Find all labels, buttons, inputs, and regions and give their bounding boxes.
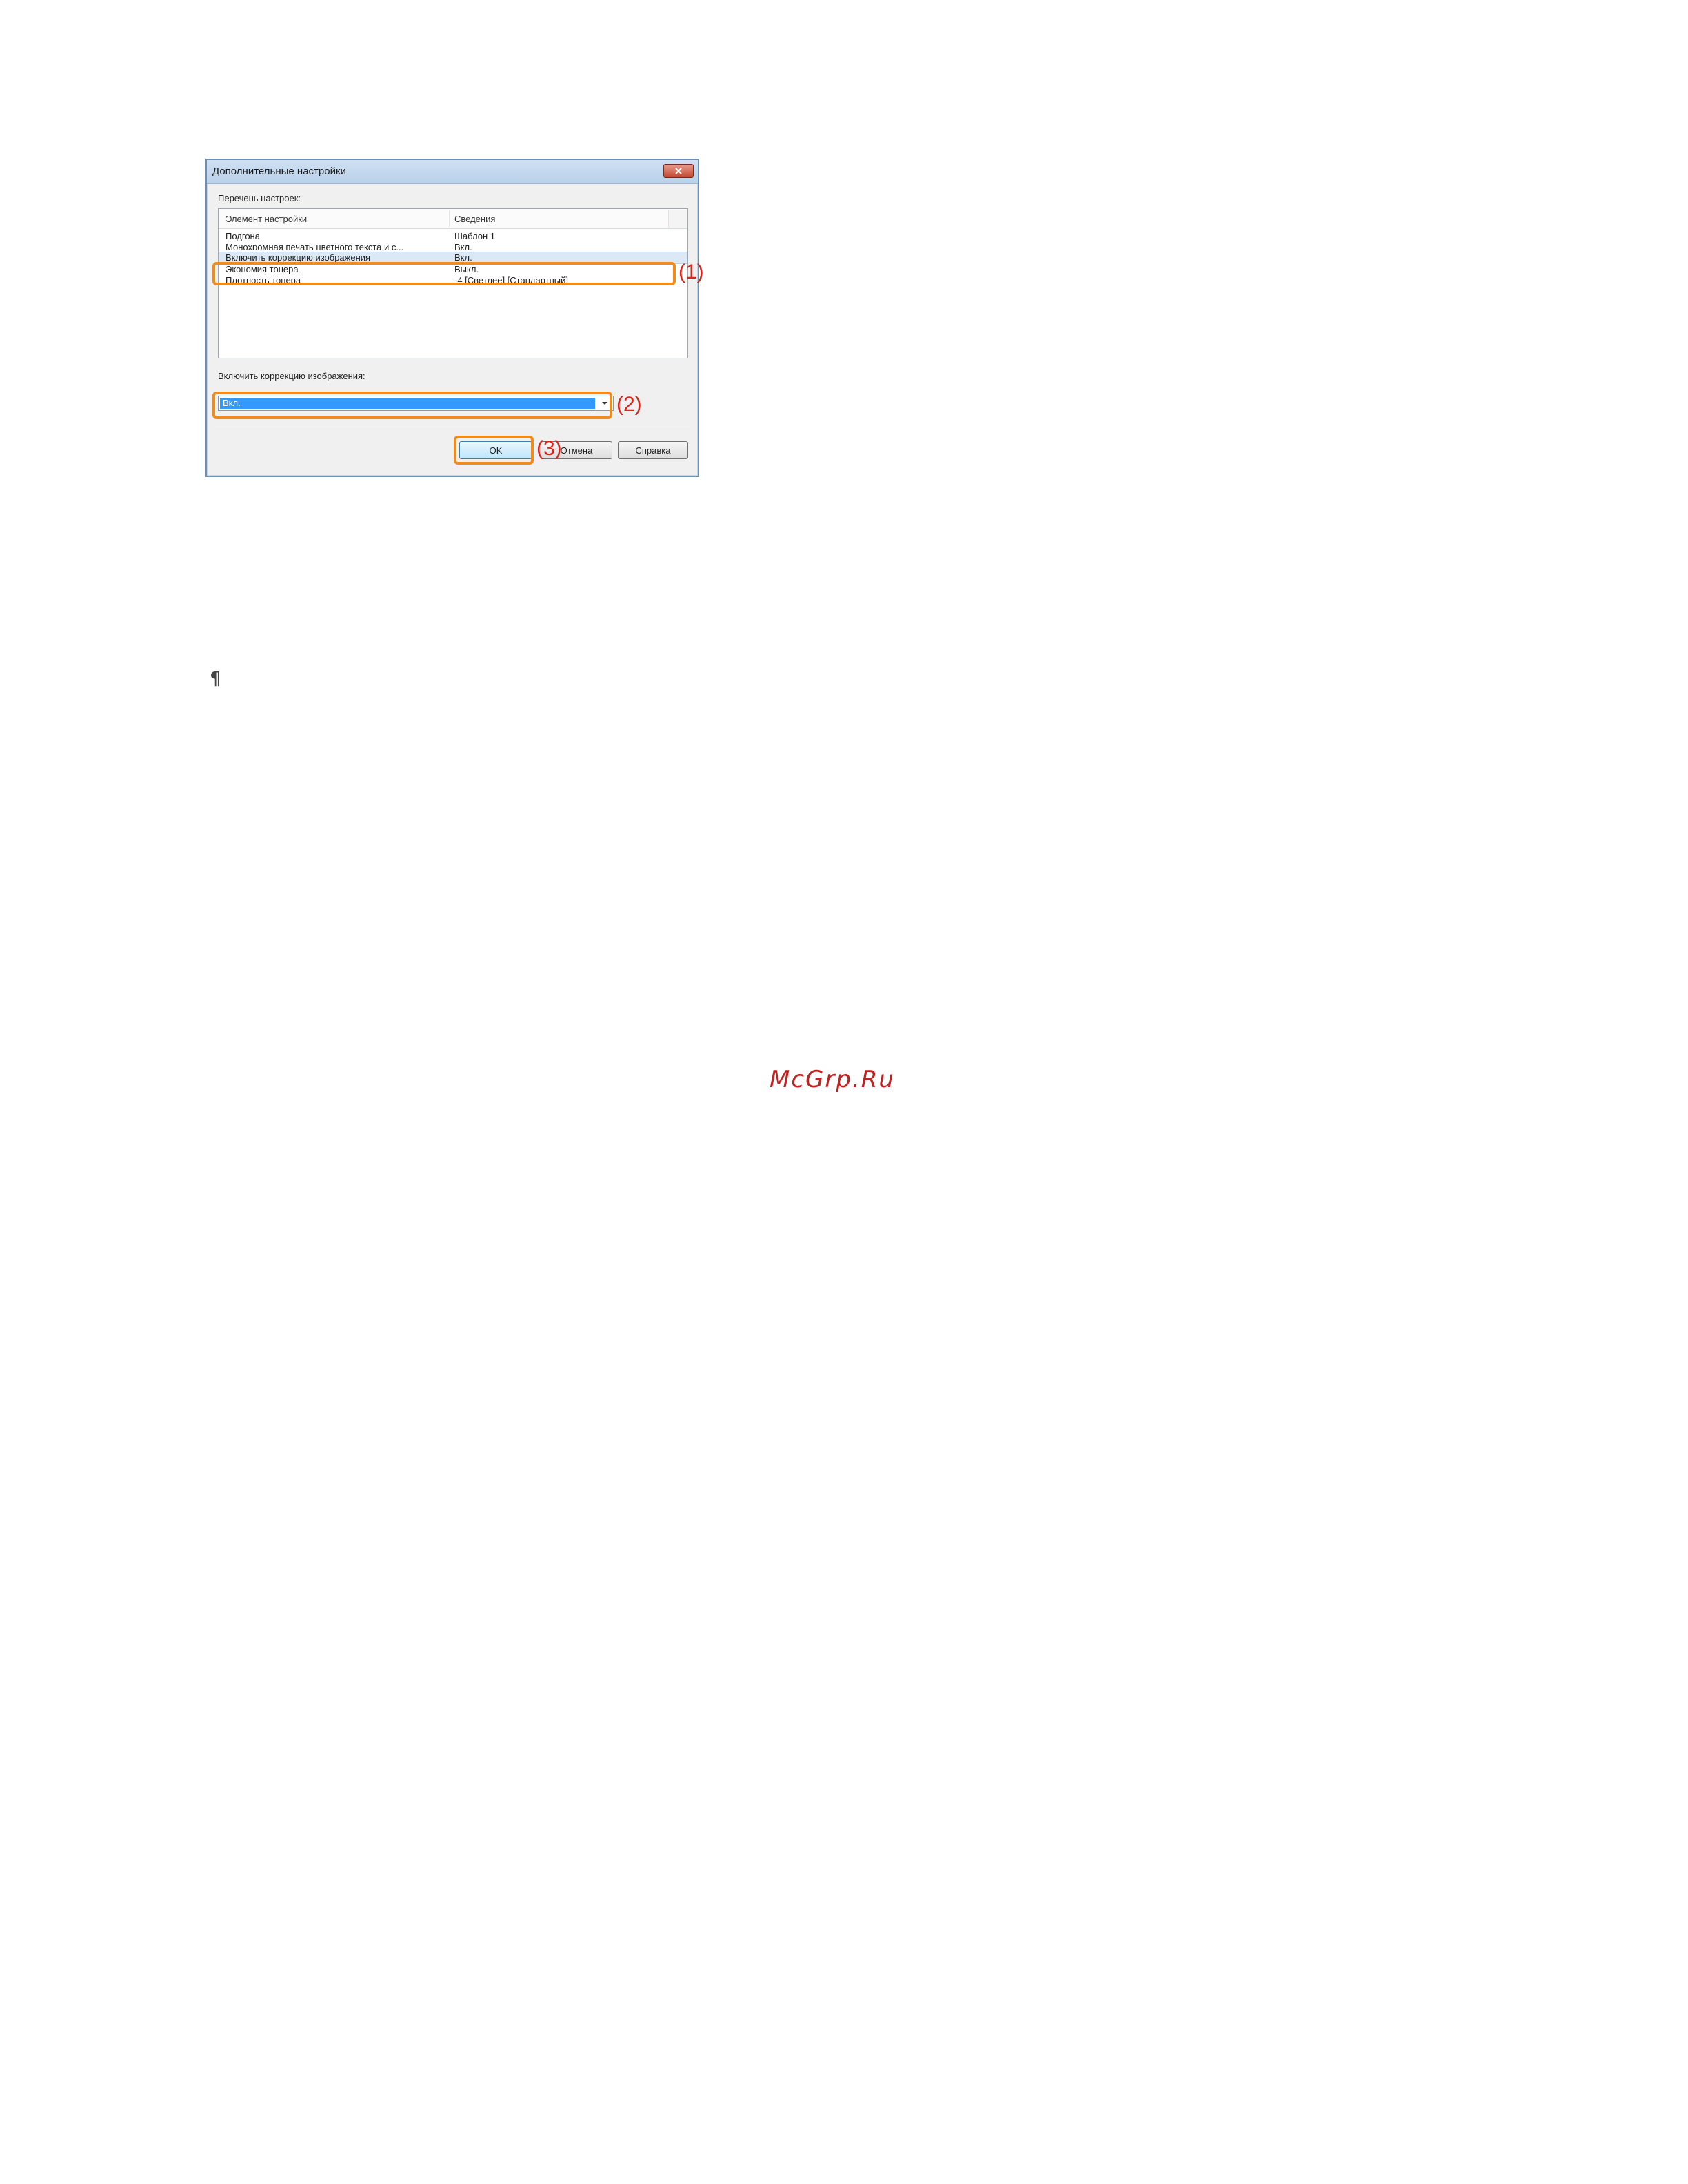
advanced-settings-dialog: Дополнительные настройки Перечень настро… (205, 159, 699, 477)
settings-list-label: Перечень настроек: (218, 193, 301, 203)
list-item-value: Вкл. (454, 252, 472, 263)
list-item-name: Включить коррекцию изображения (225, 252, 371, 263)
scrollbar-corner (668, 210, 687, 228)
list-item-value: Шаблон 1 (454, 231, 495, 241)
list-item-name: Монохромная печать цветного текста и с..… (225, 242, 404, 250)
highlight-box-2 (212, 392, 612, 419)
callout-2: (2) (616, 393, 642, 416)
list-item-value: Вкл. (454, 242, 472, 250)
list-header: Элемент настройки Сведения (219, 209, 687, 229)
column-header-item[interactable]: Элемент настройки (225, 214, 307, 224)
close-icon (675, 168, 682, 174)
watermark: McGrp.Ru (770, 1066, 895, 1093)
pilcrow-mark: ¶ (210, 669, 221, 689)
dialog-titlebar: Дополнительные настройки (207, 160, 698, 184)
close-button[interactable] (663, 164, 694, 178)
list-item[interactable]: Монохромная печать цветного текста и с..… (219, 242, 687, 250)
callout-1: (1) (679, 261, 704, 283)
column-separator[interactable] (449, 210, 450, 227)
highlight-box-3 (454, 436, 534, 465)
highlight-box-1 (212, 262, 676, 285)
list-item-name: Подгона (225, 231, 260, 241)
help-button[interactable]: Справка (618, 441, 688, 459)
image-correction-label: Включить коррекцию изображения: (218, 371, 365, 381)
list-item[interactable]: Подгона Шаблон 1 (219, 231, 687, 242)
column-header-details[interactable]: Сведения (454, 214, 495, 224)
callout-3: (3) (536, 437, 562, 460)
dialog-title: Дополнительные настройки (212, 165, 346, 177)
